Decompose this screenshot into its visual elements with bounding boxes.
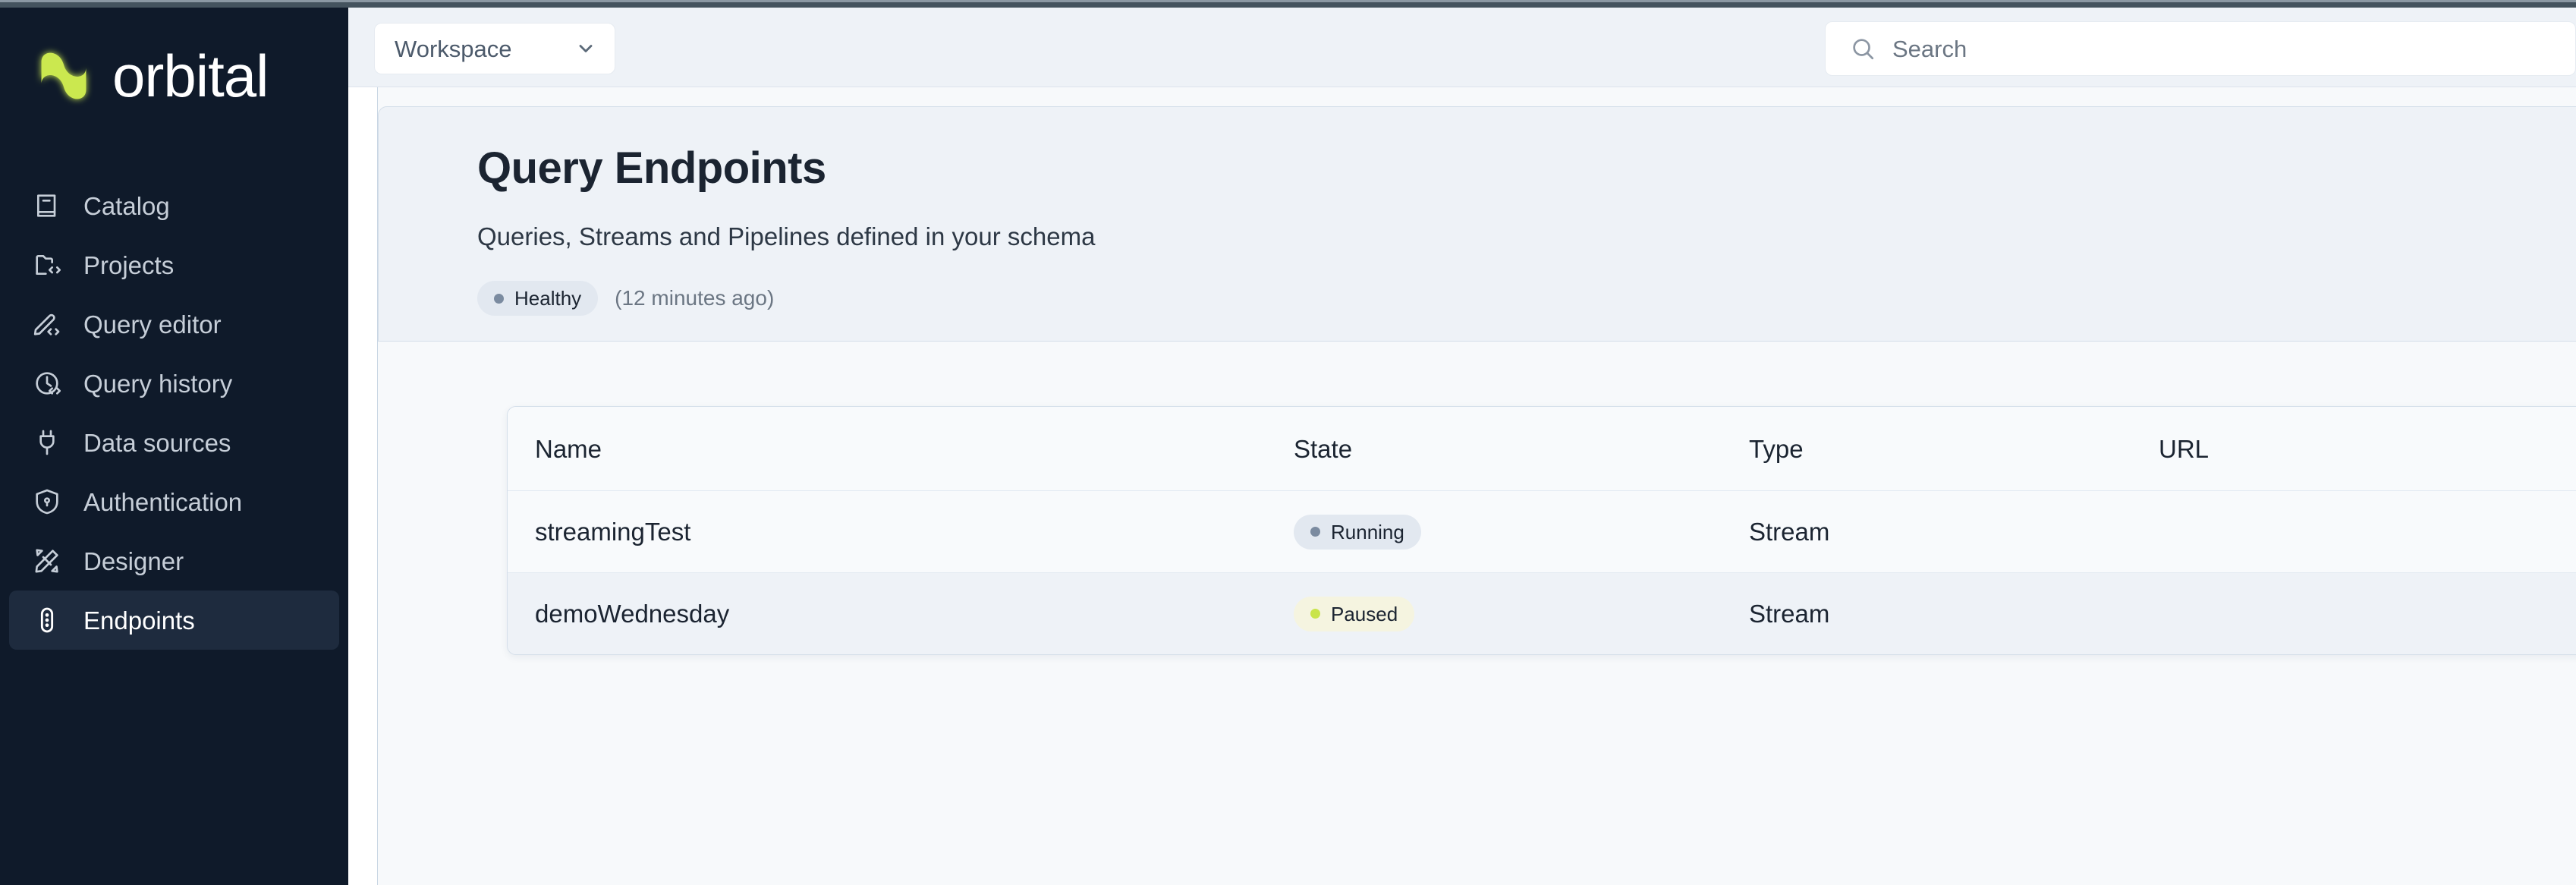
status-badge: Healthy (477, 281, 599, 316)
main-region: Workspace Search Query Endpoints Queries… (348, 8, 2576, 885)
status-badge-label: Healthy (514, 287, 582, 310)
orbital-logo-mark-icon (29, 41, 99, 111)
sidebar-item-projects[interactable]: Projects (9, 235, 339, 294)
state-badge: Paused (1294, 596, 1415, 631)
column-header-state: State (1294, 434, 1353, 463)
column-header-name: Name (535, 434, 602, 463)
page-subtitle: Queries, Streams and Pipelines defined i… (477, 222, 1096, 250)
book-icon (30, 189, 64, 222)
pencil-code-icon (30, 307, 64, 341)
state-badge: Running (1294, 514, 1421, 550)
sidebar: orbital Catalog Projects Query editor Qu… (0, 0, 348, 885)
sidebar-item-label: Projects (83, 250, 175, 279)
sidebar-item-data-sources[interactable]: Data sources (9, 413, 339, 472)
table-header-row: Name State Type URL (508, 407, 2576, 490)
state-dot-icon (1310, 609, 1320, 619)
clock-code-icon (30, 367, 64, 400)
state-badge-label: Running (1331, 520, 1404, 543)
workspace-selector-label: Workspace (395, 35, 512, 62)
window-top-strip (0, 0, 2576, 8)
top-bar: Workspace Search (348, 8, 2576, 87)
sidebar-item-query-history[interactable]: Query history (9, 354, 339, 413)
status-dot-icon (494, 293, 504, 304)
sidebar-item-label: Query history (83, 369, 233, 398)
sidebar-item-label: Data sources (83, 428, 231, 457)
sidebar-item-label: Query editor (83, 310, 222, 339)
page-header-card: Query Endpoints Queries, Streams and Pip… (378, 106, 2576, 342)
sidebar-item-label: Catalog (83, 191, 170, 220)
search-icon (1853, 39, 1874, 60)
cell-type: Stream (1749, 600, 1830, 628)
sidebar-item-query-editor[interactable]: Query editor (9, 294, 339, 354)
endpoints-table: Name State Type URL streamingTest Runnin… (507, 406, 2576, 655)
folder-code-icon (30, 248, 64, 282)
cell-name: streamingTest (535, 518, 691, 546)
page-title: Query Endpoints (477, 143, 826, 193)
traffic-light-icon (30, 603, 64, 637)
table-row[interactable]: demoWednesday Paused Stream (508, 572, 2576, 654)
state-badge-label: Paused (1331, 602, 1398, 625)
sidebar-item-authentication[interactable]: Authentication (9, 472, 339, 531)
pen-ruler-icon (30, 544, 64, 578)
status-timestamp: (12 minutes ago) (615, 286, 775, 310)
page-status-row: Healthy (12 minutes ago) (477, 281, 2576, 316)
table-row[interactable]: streamingTest Running Stream (508, 490, 2576, 572)
cell-name: demoWednesday (535, 600, 730, 628)
content-panel: Query Endpoints Queries, Streams and Pip… (377, 87, 2576, 885)
cell-state: Paused (1294, 596, 1749, 631)
sidebar-item-label: Authentication (83, 487, 243, 516)
sidebar-item-label: Endpoints (83, 606, 195, 635)
brand-name: orbital (112, 43, 269, 109)
state-dot-icon (1310, 527, 1320, 537)
sidebar-nav: Catalog Projects Query editor Query hist… (0, 152, 348, 650)
column-header-type: Type (1749, 434, 1804, 463)
sidebar-item-catalog[interactable]: Catalog (9, 176, 339, 235)
sidebar-item-label: Designer (83, 546, 184, 575)
cell-type: Stream (1749, 518, 1830, 546)
sidebar-item-endpoints[interactable]: Endpoints (9, 591, 339, 650)
shield-lock-icon (30, 485, 64, 518)
plug-icon (30, 426, 64, 459)
workspace-selector[interactable]: Workspace (374, 23, 615, 74)
sidebar-item-designer[interactable]: Designer (9, 531, 339, 591)
chevron-down-icon (579, 45, 593, 52)
search-placeholder: Search (1892, 35, 1967, 62)
cell-state: Running (1294, 514, 1749, 550)
brand-logo[interactable]: orbital (0, 0, 348, 152)
column-header-url: URL (2159, 434, 2210, 463)
search-input[interactable]: Search (1825, 21, 2576, 76)
